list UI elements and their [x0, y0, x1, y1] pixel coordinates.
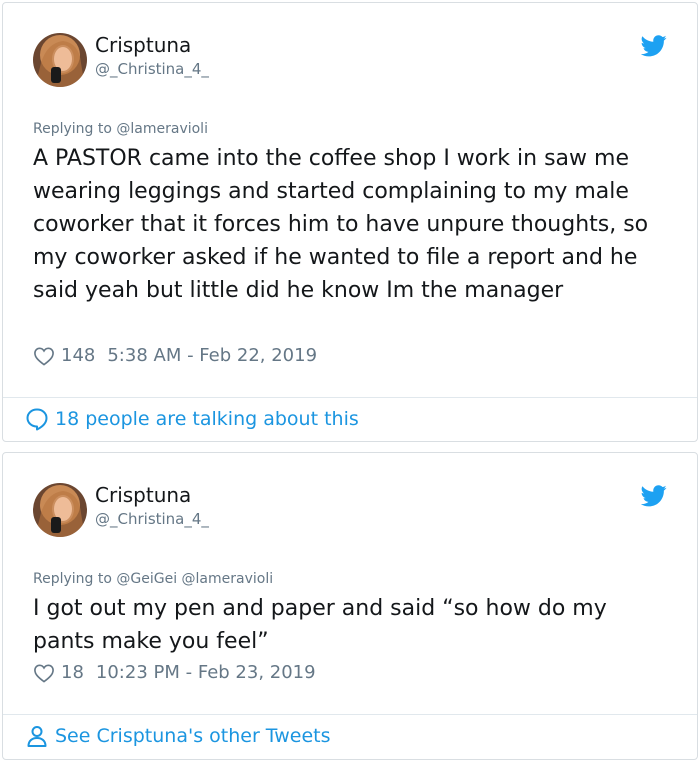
tweet-meta: 18 10:23 PM - Feb 23, 2019 — [33, 662, 316, 683]
like-count[interactable]: 148 — [61, 345, 95, 366]
heart-icon[interactable] — [33, 346, 55, 366]
replying-to: Replying to @GeiGei @lameravioli — [33, 571, 273, 587]
tweet-text: I got out my pen and paper and said “so … — [33, 596, 607, 654]
person-icon — [27, 726, 47, 747]
replying-prefix: Replying to — [33, 571, 117, 587]
conversation-label[interactable]: 18 people are talking about this — [55, 408, 359, 430]
timestamp[interactable]: 5:38 AM - Feb 22, 2019 — [107, 345, 317, 366]
twitter-bird-icon[interactable] — [641, 485, 667, 507]
replying-to-link[interactable]: @lameravioli — [116, 121, 208, 137]
user-handle[interactable]: @_Christina_4_ — [95, 510, 209, 528]
divider — [3, 714, 697, 715]
twitter-bird-icon[interactable] — [641, 35, 667, 57]
heart-icon[interactable] — [33, 663, 55, 683]
conversation-link[interactable]: 18 people are talking about this — [25, 407, 359, 431]
see-other-tweets-link[interactable]: See Crisptuna's other Tweets — [25, 724, 331, 748]
avatar[interactable] — [33, 33, 87, 87]
speech-bubble-icon — [26, 408, 48, 431]
divider — [3, 397, 697, 398]
display-name[interactable]: Crisptuna — [95, 33, 191, 57]
see-other-tweets-label[interactable]: See Crisptuna's other Tweets — [55, 725, 331, 747]
avatar[interactable] — [33, 483, 87, 537]
tweet-card[interactable]: Crisptuna @_Christina_4_ Replying to @la… — [2, 2, 698, 442]
user-handle[interactable]: @_Christina_4_ — [95, 60, 209, 78]
display-name[interactable]: Crisptuna — [95, 483, 191, 507]
replying-prefix: Replying to — [33, 121, 117, 137]
timestamp[interactable]: 10:23 PM - Feb 23, 2019 — [96, 662, 316, 683]
like-count[interactable]: 18 — [61, 662, 84, 683]
replying-to-link[interactable]: @GeiGei @lameravioli — [116, 571, 273, 587]
tweet-meta: 148 5:38 AM - Feb 22, 2019 — [33, 345, 317, 366]
replying-to: Replying to @lameravioli — [33, 121, 208, 137]
tweet-card[interactable]: Crisptuna @_Christina_4_ Replying to @Ge… — [2, 452, 698, 760]
tweet-text: A PASTOR came into the coffee shop I wor… — [33, 146, 649, 303]
